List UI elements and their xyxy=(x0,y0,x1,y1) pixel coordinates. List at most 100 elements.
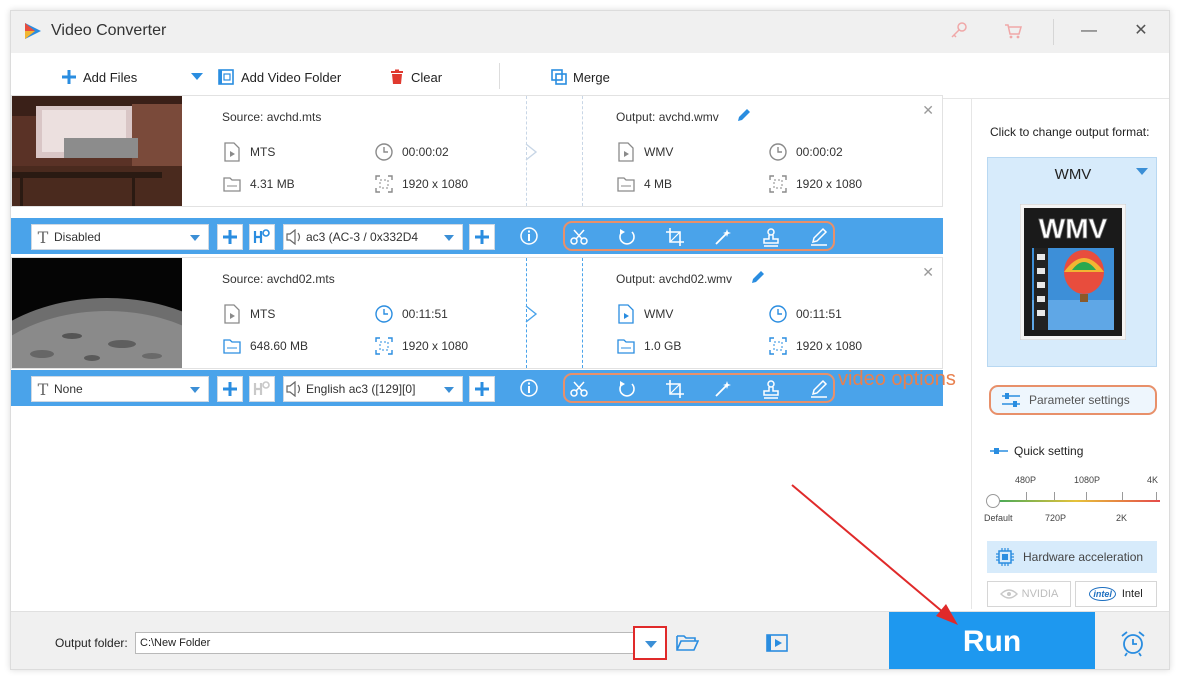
info-icon[interactable] xyxy=(519,378,539,398)
film-folder-icon xyxy=(218,69,234,85)
intel-option[interactable]: intel Intel xyxy=(1075,581,1157,607)
open-folder-icon[interactable] xyxy=(675,632,699,654)
file-item[interactable]: Source: avchd.mts MTS 00:00:02 4.31 MB 1… xyxy=(11,95,943,207)
audio-value: English ac3 ([129][0] xyxy=(306,382,416,396)
file-item[interactable]: Source: avchd02.mts MTS 00:11:51 648.60 … xyxy=(11,257,943,369)
file-video-icon xyxy=(618,142,634,162)
add-audio-button[interactable] xyxy=(469,376,495,402)
file-video-icon xyxy=(618,304,634,324)
separator xyxy=(582,96,583,206)
add-subtitle-button[interactable] xyxy=(217,376,243,402)
video-thumbnail[interactable] xyxy=(12,258,182,368)
magic-wand-icon[interactable] xyxy=(713,379,733,399)
magic-wand-icon[interactable] xyxy=(713,227,733,247)
add-subtitle-button[interactable] xyxy=(217,224,243,250)
hardware-acceleration-toggle[interactable]: Hardware acceleration xyxy=(987,541,1157,573)
quality-tick xyxy=(1054,492,1055,500)
output-size-text: 4 MB xyxy=(644,177,673,191)
audio-track-select[interactable]: English ac3 ([129][0] xyxy=(283,376,463,402)
output-format-selector[interactable]: WMV WMV xyxy=(987,157,1157,367)
minimize-button[interactable]: — xyxy=(1077,19,1101,43)
audio-value: ac3 (AC-3 / 0x332D4 xyxy=(306,230,419,244)
chevron-down-icon xyxy=(191,73,203,80)
slider-icon xyxy=(990,448,1008,454)
quality-tick xyxy=(1026,492,1027,500)
quality-label-720p: 720P xyxy=(1045,513,1067,523)
scissors-icon[interactable] xyxy=(569,379,589,399)
quick-setting-header: Quick setting xyxy=(990,444,1083,458)
quality-label-480p: 480P xyxy=(1015,475,1037,485)
info-icon[interactable] xyxy=(519,226,539,246)
wmv-format-icon: WMV xyxy=(1020,204,1126,340)
app-window: Video Converter — ✕ Add Files Add Video … xyxy=(10,10,1170,670)
parameter-settings-label: Parameter settings xyxy=(1029,393,1130,407)
source-size-text: 4.31 MB xyxy=(250,177,295,191)
scissors-icon[interactable] xyxy=(569,227,589,247)
source-filename: Source: avchd02.mts xyxy=(222,272,335,286)
source-size: 4.31 MB xyxy=(222,174,295,194)
output-filename: Output: avchd.wmv xyxy=(616,110,719,124)
watermark-stamp-icon[interactable] xyxy=(761,379,781,399)
merge-button[interactable]: Merge xyxy=(551,67,610,87)
crop-icon[interactable] xyxy=(665,379,685,399)
speaker-icon xyxy=(286,381,301,397)
output-folder-input[interactable] xyxy=(135,632,665,654)
intel-label: Intel xyxy=(1121,588,1143,600)
toolbar: Add Files Add Video Folder Clear Merge xyxy=(11,53,1169,99)
chevron-down-icon xyxy=(444,235,454,241)
output-duration-text: 00:00:02 xyxy=(796,145,843,159)
quality-tick xyxy=(1156,492,1157,500)
intel-logo-icon: intel xyxy=(1089,587,1116,601)
cart-icon[interactable] xyxy=(1003,21,1023,41)
add-audio-button[interactable] xyxy=(469,224,495,250)
subtitle-select[interactable]: T Disabled xyxy=(31,224,209,250)
hardsub-button xyxy=(249,376,275,402)
clear-button[interactable]: Clear xyxy=(389,67,442,87)
subtitle-edit-icon[interactable] xyxy=(809,227,829,247)
quick-setting-label: Quick setting xyxy=(1014,444,1084,458)
watermark-stamp-icon[interactable] xyxy=(761,227,781,247)
subtitle-edit-icon[interactable] xyxy=(809,379,829,399)
run-button[interactable]: Run xyxy=(889,612,1095,669)
output-folder-dropdown[interactable] xyxy=(633,626,667,660)
merge-label: Merge xyxy=(573,69,610,85)
file-video-icon xyxy=(224,304,240,324)
quality-slider-track[interactable] xyxy=(992,500,1160,502)
pencil-icon[interactable] xyxy=(736,107,752,123)
key-icon[interactable] xyxy=(949,21,969,41)
output-format-text: WMV xyxy=(644,307,674,321)
hardsub-button[interactable] xyxy=(249,224,275,250)
resolution-icon xyxy=(769,175,787,193)
quality-label-4k: 4K xyxy=(1147,475,1159,485)
audio-track-select[interactable]: ac3 (AC-3 / 0x332D4 xyxy=(283,224,463,250)
chip-icon xyxy=(996,548,1014,566)
chevron-down-icon xyxy=(645,641,657,648)
pencil-icon[interactable] xyxy=(750,269,766,285)
close-button[interactable]: ✕ xyxy=(1129,19,1153,43)
parameter-settings-button[interactable]: Parameter settings xyxy=(989,385,1157,415)
app-logo-icon xyxy=(25,23,41,39)
add-files-button[interactable]: Add Files xyxy=(61,67,137,87)
alarm-clock-icon[interactable] xyxy=(1119,629,1147,657)
rotate-icon[interactable] xyxy=(617,227,637,247)
convert-arrow-icon xyxy=(525,143,538,161)
text-icon: T xyxy=(37,227,49,247)
video-thumbnail[interactable] xyxy=(12,96,182,206)
quality-slider-handle[interactable] xyxy=(986,494,1000,508)
add-video-folder-button[interactable]: Add Video Folder xyxy=(217,67,341,87)
nvidia-logo-icon xyxy=(999,589,1018,599)
video-options-group xyxy=(563,221,835,251)
rotate-icon[interactable] xyxy=(617,379,637,399)
text-icon: T xyxy=(37,379,49,399)
crop-icon[interactable] xyxy=(665,227,685,247)
output-duration: 00:00:02 xyxy=(768,142,843,162)
sliders-icon xyxy=(1002,393,1020,407)
remove-item-button[interactable]: ✕ xyxy=(922,264,934,281)
video-preview-icon[interactable] xyxy=(765,632,789,654)
plus-icon xyxy=(223,230,237,244)
subtitle-select[interactable]: T None xyxy=(31,376,209,402)
output-resolution-text: 1920 x 1080 xyxy=(796,177,863,191)
add-files-dropdown[interactable] xyxy=(191,67,209,87)
remove-item-button[interactable]: ✕ xyxy=(922,102,934,119)
chevron-down-icon xyxy=(444,387,454,393)
